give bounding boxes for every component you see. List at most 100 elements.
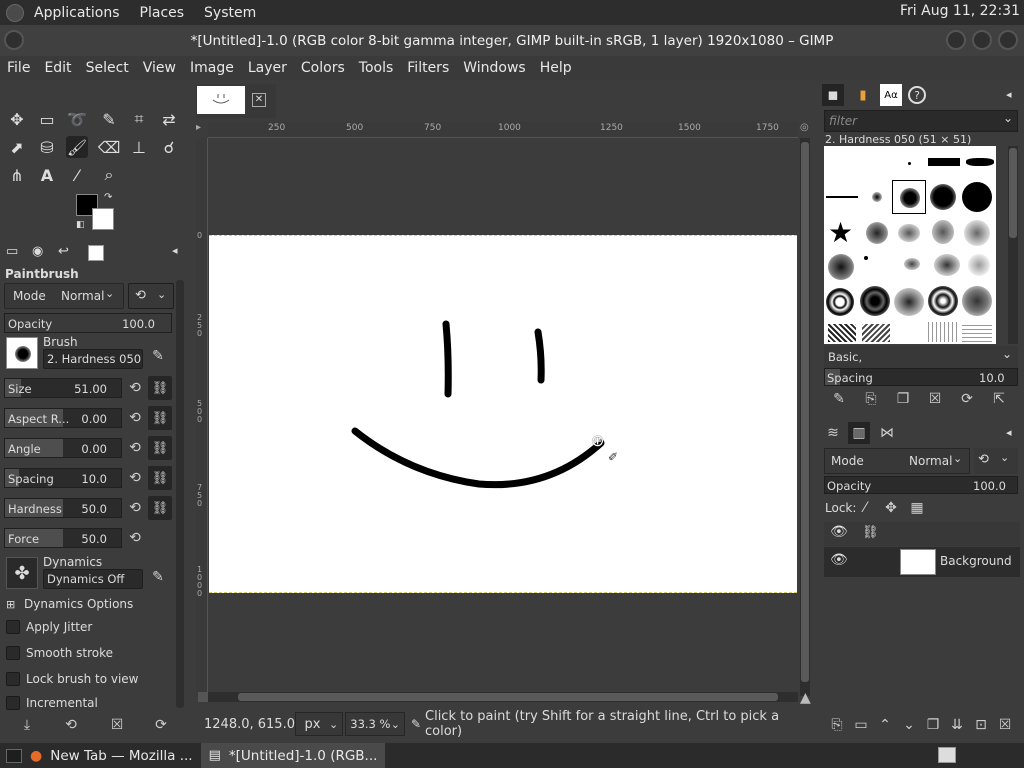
reset-angle-icon[interactable]: ⟲ <box>124 437 146 459</box>
clock[interactable]: Fri Aug 11, 22:31 <box>900 3 1020 19</box>
link-hardness-icon[interactable]: ⛓ <box>148 496 172 520</box>
angle-slider[interactable]: Angle 0.00 <box>4 438 122 458</box>
lock-brush-checkbox[interactable] <box>6 672 20 686</box>
move-icon[interactable]: ✥ <box>6 108 28 130</box>
reset-spacing-icon[interactable]: ⟲ <box>124 467 146 489</box>
images-tab-icon[interactable] <box>88 245 104 261</box>
expand-icon[interactable]: ⊞ <box>6 598 15 611</box>
save-options-icon[interactable]: ⤓ <box>16 714 38 736</box>
background-color[interactable] <box>92 208 114 230</box>
brush-preview[interactable] <box>6 337 38 369</box>
tool-options-tab-icon[interactable]: ▭ <box>6 244 18 259</box>
merge-layer-icon[interactable]: ⇊ <box>946 714 968 736</box>
link-angle-icon[interactable]: ⛓ <box>148 436 172 460</box>
mode-select[interactable]: Mode Normal ⌄ <box>4 283 124 309</box>
channels-tab-icon[interactable]: ▥ <box>848 422 870 444</box>
zoom-icon[interactable]: ⌕ <box>98 164 120 186</box>
smudge-icon[interactable]: ☌ <box>158 136 180 158</box>
zoom-to-fit-icon[interactable]: ◎ <box>800 122 812 138</box>
smooth-stroke-checkbox[interactable] <box>6 646 20 660</box>
patterns-tab-icon[interactable]: ▮ <box>852 84 874 106</box>
workspace-switcher[interactable] <box>938 747 956 763</box>
paintbrush-icon[interactable]: 🖌 <box>66 136 88 158</box>
device-status-tab-icon[interactable]: ◉ <box>32 244 43 259</box>
help-tab-icon[interactable]: ? <box>908 86 926 104</box>
paths-tab-icon[interactable]: ⋈ <box>876 422 898 444</box>
reset-options-icon[interactable]: ⟳ <box>150 714 172 736</box>
brush-filter-input[interactable]: filter ⌄ <box>824 110 1018 132</box>
path-icon[interactable]: ⋔ <box>6 164 28 186</box>
default-colors-icon[interactable]: ◧ <box>76 220 85 230</box>
clone-icon[interactable]: ⊥ <box>128 136 150 158</box>
swap-colors-icon[interactable]: ↷ <box>104 192 112 203</box>
layers-tab-icon[interactable]: ≋ <box>822 422 844 444</box>
lock-alpha-icon[interactable]: ▦ <box>906 497 928 519</box>
hardness-slider[interactable]: Hardness 50.0 <box>4 498 122 518</box>
delete-layer-icon[interactable]: ☒ <box>994 714 1016 736</box>
open-brush-as-image-icon[interactable]: ⇱ <box>988 388 1010 410</box>
menu-places[interactable]: Places <box>130 5 195 21</box>
delete-brush-icon[interactable]: ☒ <box>924 388 946 410</box>
close-button[interactable] <box>998 30 1018 50</box>
dock-menu-icon[interactable]: ◂ <box>1006 426 1012 439</box>
text-icon[interactable]: A <box>36 164 58 186</box>
lock-position-icon[interactable]: ✥ <box>880 497 902 519</box>
dynamics-icon[interactable]: ✤ <box>6 557 38 589</box>
rect-select-icon[interactable]: ▭ <box>36 108 58 130</box>
task-firefox[interactable]: ● New Tab — Mozilla ... <box>22 743 201 768</box>
dock-menu-icon[interactable]: ◂ <box>172 244 178 257</box>
reset-hardness-icon[interactable]: ⟲ <box>124 497 146 519</box>
fonts-tab-icon[interactable]: Aα <box>880 84 902 106</box>
brushes-tab-icon[interactable]: ◼ <box>822 84 844 106</box>
layer-mode-reset[interactable]: ⟲ ⌄ <box>974 448 1018 474</box>
horizontal-ruler[interactable]: 250 500 750 1000 1250 1500 1750 <box>208 122 798 138</box>
window-menu-button[interactable] <box>4 30 24 50</box>
menu-select[interactable]: Select <box>79 60 136 76</box>
dock-menu-icon[interactable]: ◂ <box>1006 88 1012 101</box>
task-gimp[interactable]: ▤ *[Untitled]-1.0 (RGB... <box>200 743 386 768</box>
fill-icon[interactable]: ⛁ <box>36 136 58 158</box>
force-slider[interactable]: Force 50.0 <box>4 528 122 548</box>
menu-image[interactable]: Image <box>183 60 241 76</box>
zoom-select[interactable]: 33.3 % ⌄ <box>345 712 405 736</box>
horizontal-scrollbar[interactable] <box>208 692 798 702</box>
brush-preset-select[interactable]: Basic, ⌄ <box>824 346 1018 368</box>
edit-brush-icon[interactable]: ✎ <box>147 345 169 367</box>
link-size-icon[interactable]: ⛓ <box>148 376 172 400</box>
quick-mask-corner-icon[interactable]: ▸ <box>196 122 208 138</box>
tool-options-scrollbar[interactable] <box>176 280 184 708</box>
close-image-tab-icon[interactable]: ✕ <box>252 93 266 107</box>
edit-dynamics-icon[interactable]: ✎ <box>147 566 169 588</box>
apply-jitter-checkbox[interactable] <box>6 620 20 634</box>
menu-system[interactable]: System <box>194 5 266 21</box>
menu-layer[interactable]: Layer <box>241 60 294 76</box>
layer-row-background[interactable]: 👁 Background <box>824 547 1020 577</box>
layer-name[interactable]: Background <box>940 554 1012 568</box>
duplicate-brush-icon[interactable]: ❐ <box>892 388 914 410</box>
eraser-icon[interactable]: ⌫ <box>98 136 121 158</box>
duplicate-layer-icon[interactable]: ❐ <box>922 714 944 736</box>
distro-logo-icon[interactable] <box>6 3 24 22</box>
brush-spacing-slider[interactable]: Spacing 10.0 <box>824 368 1018 386</box>
chain-icon[interactable]: ⛓ <box>862 525 879 540</box>
brush-name-field[interactable]: 2. Hardness 050 <box>43 349 143 369</box>
eye-icon[interactable]: 👁 <box>830 524 848 540</box>
spacing-slider[interactable]: Spacing 10.0 <box>4 468 122 488</box>
menu-file[interactable]: File <box>0 60 37 76</box>
reset-aspect-icon[interactable]: ⟲ <box>124 407 146 429</box>
reset-size-icon[interactable]: ⟲ <box>124 377 146 399</box>
lock-pixels-icon[interactable]: ⁄ <box>854 497 876 519</box>
layer-opacity-slider[interactable]: Opacity 100.0 <box>824 476 1018 494</box>
menu-filters[interactable]: Filters <box>400 60 456 76</box>
link-spacing-icon[interactable]: ⛓ <box>148 466 172 490</box>
opacity-slider[interactable]: Opacity 100.0 <box>4 313 172 333</box>
menu-view[interactable]: View <box>136 60 183 76</box>
new-layer-icon[interactable]: ⎘ <box>826 714 848 736</box>
menu-colors[interactable]: Colors <box>294 60 352 76</box>
reset-force-icon[interactable]: ⟲ <box>124 527 146 549</box>
brush-grid[interactable]: ★ <box>824 146 996 344</box>
new-layer-group-icon[interactable]: ▭ <box>850 714 872 736</box>
reset-mode-button[interactable]: ⟲ ⌄ <box>128 283 174 309</box>
transform-icon[interactable]: ⬈ <box>6 136 28 158</box>
menu-tools[interactable]: Tools <box>352 60 401 76</box>
